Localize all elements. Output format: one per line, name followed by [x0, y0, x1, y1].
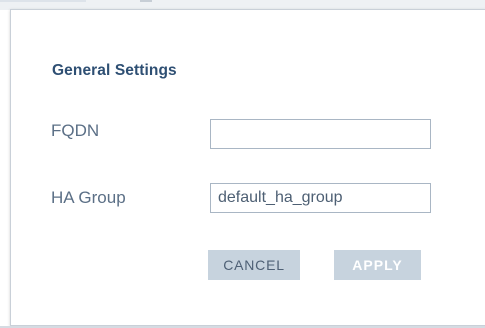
fqdn-input[interactable]	[210, 119, 431, 149]
cancel-button[interactable]: CANCEL	[208, 250, 300, 280]
ha-group-label: HA Group	[51, 188, 126, 207]
ha-group-input[interactable]	[210, 183, 431, 213]
apply-button[interactable]: APPLY	[334, 250, 421, 280]
page-canvas: General Settings FQDN HA Group CANCEL AP…	[0, 0, 485, 328]
fqdn-label: FQDN	[51, 121, 100, 140]
dialog-title: General Settings	[52, 62, 177, 79]
